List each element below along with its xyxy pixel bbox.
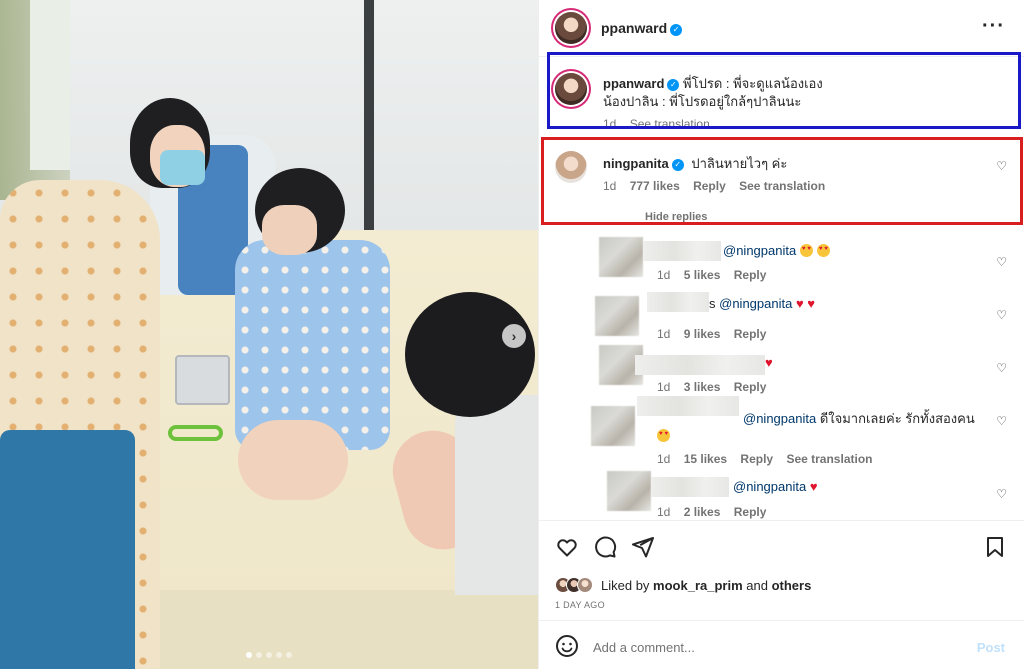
see-translation-link[interactable]: See translation bbox=[786, 452, 872, 466]
like-comment-heart-icon[interactable]: ♡ bbox=[996, 414, 1007, 428]
liked-by-others[interactable]: others bbox=[772, 578, 812, 593]
post-side-panel: ppanward ✓ ··· ppanward ✓ พี่โปรด : พี่จะด… bbox=[538, 0, 1024, 669]
reply-row: @ningpanita ดีใจมากเลยค่ะ รักทั้งสองคน 1… bbox=[539, 394, 1024, 468]
smiley-icon[interactable] bbox=[555, 634, 579, 661]
highlight-box-caption bbox=[547, 52, 1021, 129]
reply-username-blurred[interactable] bbox=[635, 355, 765, 375]
reply-likes[interactable]: 2 likes bbox=[684, 505, 721, 519]
reply-username-blurred[interactable] bbox=[643, 241, 721, 261]
reply-avatar-blurred[interactable] bbox=[599, 237, 643, 277]
post-date: 1 DAY AGO bbox=[555, 600, 605, 610]
post-photo[interactable]: › bbox=[0, 0, 538, 669]
photo-boy-shirt bbox=[455, 395, 538, 595]
photo-boy-hair bbox=[405, 292, 535, 417]
photo-girl-gown bbox=[235, 240, 390, 450]
add-comment-input[interactable]: Add a comment... bbox=[593, 640, 695, 655]
reply-mention[interactable]: @ningpanita bbox=[723, 243, 796, 258]
photo-nurse-mask bbox=[160, 150, 205, 185]
reply-button[interactable]: Reply bbox=[734, 380, 767, 394]
red-heart-emoji-icon: ♥ bbox=[765, 355, 773, 370]
reply-button[interactable]: Reply bbox=[734, 268, 767, 282]
reply-button[interactable]: Reply bbox=[734, 505, 767, 519]
reply-row: s @ningpanita ♥ ♥ 1d 9 likes Reply ♡ bbox=[539, 288, 1024, 341]
photo-window bbox=[30, 0, 70, 170]
bookmark-icon[interactable] bbox=[983, 535, 1007, 559]
liked-by: Liked by mook_ra_prim and others bbox=[555, 577, 811, 593]
liked-by-and: and bbox=[746, 577, 768, 593]
reply-username-blurred[interactable] bbox=[651, 477, 729, 497]
reply-text: ดีใจมากเลยค่ะ รักทั้งสองคน bbox=[819, 411, 975, 426]
ellipsis-icon[interactable]: ··· bbox=[982, 16, 1005, 36]
post-actions: Liked by mook_ra_prim and others 1 DAY A… bbox=[539, 520, 1024, 620]
reply-avatar-blurred[interactable] bbox=[591, 406, 635, 446]
reply-avatar-blurred[interactable] bbox=[595, 296, 639, 336]
like-comment-heart-icon[interactable]: ♡ bbox=[996, 255, 1007, 269]
reply-mention[interactable]: @ningpanita bbox=[743, 411, 816, 426]
add-comment-bar: Add a comment... Post bbox=[539, 620, 1024, 669]
heart-eyes-emoji-icon bbox=[657, 429, 670, 442]
carousel-dot bbox=[286, 652, 292, 658]
reply-time: 1d bbox=[657, 380, 671, 394]
reply-time: 1d bbox=[657, 505, 671, 519]
reply-username-blurred[interactable] bbox=[647, 292, 709, 312]
carousel-dot bbox=[246, 652, 252, 658]
carousel-dot bbox=[256, 652, 262, 658]
post-comment-button[interactable]: Post bbox=[977, 640, 1005, 655]
liked-by-user[interactable]: mook_ra_prim bbox=[653, 578, 743, 593]
photo-test-tubes bbox=[175, 355, 230, 405]
reply-time: 1d bbox=[657, 327, 671, 341]
red-heart-emoji-icon: ♥ bbox=[807, 296, 816, 311]
author-avatar[interactable] bbox=[555, 12, 587, 44]
carousel-dot bbox=[266, 652, 272, 658]
post-header: ppanward ✓ ··· bbox=[539, 0, 1024, 57]
chevron-right-icon: › bbox=[511, 328, 517, 344]
heart-eyes-emoji-icon bbox=[799, 244, 813, 257]
reply-button[interactable]: Reply bbox=[740, 452, 773, 466]
photo-girl-face bbox=[262, 205, 317, 255]
reply-row: ♥ 1d 3 likes Reply ♡ bbox=[539, 341, 1024, 394]
photo-scissors bbox=[168, 425, 223, 441]
reply-button[interactable]: Reply bbox=[734, 327, 767, 341]
reply-mention[interactable]: @ningpanita bbox=[733, 479, 806, 494]
liked-by-prefix: Liked by bbox=[601, 577, 650, 593]
reply-likes[interactable]: 15 likes bbox=[684, 452, 727, 466]
red-heart-emoji-icon: ♥ bbox=[809, 479, 818, 494]
heart-eyes-emoji-icon bbox=[816, 244, 830, 257]
reply-likes[interactable]: 3 likes bbox=[684, 380, 721, 394]
like-comment-heart-icon[interactable]: ♡ bbox=[996, 487, 1007, 501]
photo-pole bbox=[364, 0, 374, 230]
red-heart-emoji-icon: ♥ bbox=[795, 296, 804, 311]
reply-row: @ningpanita ♥ 1d 2 likes Reply ♡ bbox=[539, 469, 1024, 520]
reply-likes[interactable]: 5 likes bbox=[684, 268, 721, 282]
reply-time: 1d bbox=[657, 268, 671, 282]
reply-name-suffix: s bbox=[709, 296, 716, 311]
photo-girl-legs bbox=[238, 420, 348, 500]
send-icon[interactable] bbox=[631, 535, 655, 559]
reply-row: @ningpanita 1d 5 likes Reply ♡ bbox=[539, 235, 1024, 287]
reply-time: 1d bbox=[657, 452, 671, 466]
carousel-dot bbox=[276, 652, 282, 658]
reply-username-blurred[interactable] bbox=[637, 396, 739, 416]
like-comment-heart-icon[interactable]: ♡ bbox=[996, 308, 1007, 322]
highlight-box-comment bbox=[541, 137, 1023, 225]
heart-icon[interactable] bbox=[555, 535, 579, 559]
author-username[interactable]: ppanward bbox=[601, 20, 667, 36]
carousel-pager bbox=[0, 652, 538, 658]
like-comment-heart-icon[interactable]: ♡ bbox=[996, 361, 1007, 375]
liker-avatar bbox=[577, 577, 593, 593]
verified-badge-icon: ✓ bbox=[670, 24, 683, 36]
reply-mention[interactable]: @ningpanita bbox=[719, 296, 792, 311]
carousel-next-button[interactable]: › bbox=[502, 324, 526, 348]
photo-nurse-pants bbox=[0, 430, 135, 669]
reply-avatar-blurred[interactable] bbox=[607, 471, 651, 511]
comment-icon[interactable] bbox=[593, 535, 617, 559]
reply-likes[interactable]: 9 likes bbox=[684, 327, 721, 341]
